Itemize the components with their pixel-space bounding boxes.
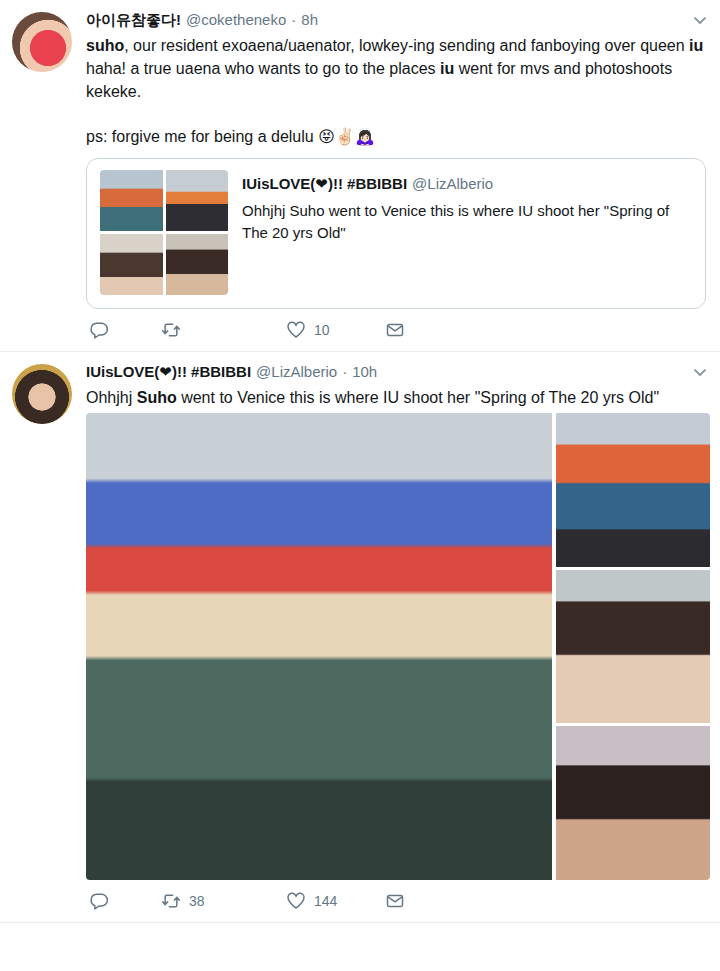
text-segment: went to Venice this is where IU shoot he… xyxy=(177,389,659,406)
photo[interactable] xyxy=(556,413,710,567)
text-segment: haha! a true uaena who wants to go to th… xyxy=(86,60,440,77)
action-count: 144 xyxy=(314,892,337,910)
chevron-down-icon[interactable] xyxy=(692,364,708,380)
paragraph: suho, our resident exoaena/uaenator, low… xyxy=(86,34,710,103)
heart-icon xyxy=(286,320,306,340)
photo-column xyxy=(556,413,710,880)
tweet-text: suho, our resident exoaena/uaenator, low… xyxy=(86,34,710,148)
photo[interactable] xyxy=(166,234,229,295)
action-count: 10 xyxy=(314,321,330,339)
photo[interactable] xyxy=(100,234,163,295)
avatar[interactable] xyxy=(12,364,72,424)
media-gallery[interactable] xyxy=(86,413,710,880)
chevron-down-icon[interactable] xyxy=(692,12,708,28)
envelope-icon xyxy=(385,891,405,911)
text-segment: Suho xyxy=(137,389,177,406)
retweet-button[interactable] xyxy=(161,320,286,340)
reply-button[interactable] xyxy=(86,891,161,911)
reply-button[interactable] xyxy=(86,320,161,340)
retweet-icon xyxy=(161,320,181,340)
text-segment: ps: forgive me for being a delulu 😝✌🏻🙇🏻‍… xyxy=(86,128,375,145)
quoted-display-name: IUisLOVE(❤)!! #BBIBBI xyxy=(242,174,407,194)
timeline: 아이유참좋다!@coketheneko·8hsuho, our resident… xyxy=(0,0,720,971)
separator: · xyxy=(342,362,347,382)
separator: · xyxy=(291,10,296,30)
photo[interactable] xyxy=(100,170,163,231)
quoted-tweet[interactable]: IUisLOVE(❤)!! #BBIBBI@LizAlberio Ohhjhj S… xyxy=(86,158,706,309)
avatar[interactable] xyxy=(12,12,72,72)
action-count: 38 xyxy=(189,892,205,910)
action-bar: 10 xyxy=(86,315,710,345)
heart-icon xyxy=(286,891,306,911)
quoted-body: IUisLOVE(❤)!! #BBIBBI@LizAlberio Ohhjhj S… xyxy=(242,170,693,295)
quoted-text: Ohhjhj Suho went to Venice this is where… xyxy=(242,200,693,244)
text-segment: Ohhjhj xyxy=(86,389,137,406)
paragraph: Ohhjhj Suho went to Venice this is where… xyxy=(86,386,710,409)
photo[interactable] xyxy=(166,170,229,231)
photo[interactable] xyxy=(556,570,710,724)
tweet-body: 아이유참좋다!@coketheneko·8hsuho, our resident… xyxy=(86,10,710,345)
handle[interactable]: @coketheneko xyxy=(186,10,286,30)
text-segment: iu xyxy=(440,60,454,77)
tweet[interactable]: 아이유참좋다!@coketheneko·8hsuho, our resident… xyxy=(0,0,720,352)
retweet-button[interactable]: 38 xyxy=(161,891,286,911)
reply-icon xyxy=(89,891,109,911)
dm-button[interactable] xyxy=(385,891,425,911)
tweet-header: IUisLOVE(❤)!! #BBIBBI@LizAlberio·10h xyxy=(86,362,710,384)
quoted-media[interactable] xyxy=(100,170,228,295)
quoted-handle: @LizAlberio xyxy=(412,174,493,194)
photo[interactable] xyxy=(86,413,552,880)
timestamp[interactable]: 10h xyxy=(352,362,377,382)
paragraph: ps: forgive me for being a delulu 😝✌🏻🙇🏻‍… xyxy=(86,125,710,148)
tweet-header: 아이유참좋다!@coketheneko·8h xyxy=(86,10,710,32)
display-name[interactable]: 아이유참좋다! xyxy=(86,10,181,30)
text-segment: iu xyxy=(689,37,703,54)
like-button[interactable]: 144 xyxy=(286,891,385,911)
timestamp[interactable]: 8h xyxy=(301,10,318,30)
tweet[interactable]: IUisLOVE(❤)!! #BBIBBI@LizAlberio·10hOhhj… xyxy=(0,352,720,923)
handle[interactable]: @LizAlberio xyxy=(256,362,337,382)
reply-icon xyxy=(89,320,109,340)
text-segment: , our resident exoaena/uaenator, lowkey-… xyxy=(124,37,689,54)
dm-button[interactable] xyxy=(385,320,425,340)
action-bar: 38 144 xyxy=(86,886,710,916)
quoted-header: IUisLOVE(❤)!! #BBIBBI@LizAlberio xyxy=(242,174,693,194)
tweet-body: IUisLOVE(❤)!! #BBIBBI@LizAlberio·10hOhhj… xyxy=(86,362,710,916)
display-name[interactable]: IUisLOVE(❤)!! #BBIBBI xyxy=(86,362,251,382)
photo[interactable] xyxy=(556,726,710,880)
retweet-icon xyxy=(161,891,181,911)
text-segment: suho xyxy=(86,37,124,54)
like-button[interactable]: 10 xyxy=(286,320,385,340)
tweet-text: Ohhjhj Suho went to Venice this is where… xyxy=(86,386,710,409)
envelope-icon xyxy=(385,320,405,340)
